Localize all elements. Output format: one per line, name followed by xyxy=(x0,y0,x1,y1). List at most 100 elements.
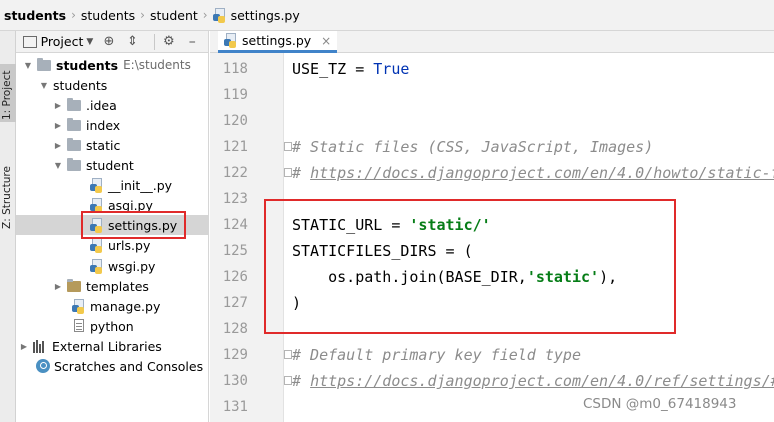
library-icon xyxy=(33,339,49,353)
fold-marker-icon[interactable] xyxy=(284,142,292,151)
tree-item-label: External Libraries xyxy=(52,338,162,354)
tree-item-idea[interactable]: ▶ .idea xyxy=(16,95,209,115)
folder-icon xyxy=(37,57,51,71)
chevron-right-icon[interactable]: ▶ xyxy=(18,342,30,351)
code-line-129: # Default primary key field type xyxy=(292,346,581,364)
minimize-icon[interactable]: – xyxy=(185,34,200,50)
breadcrumb-item-package[interactable]: student xyxy=(150,8,198,23)
breadcrumb: students › students › student › settings… xyxy=(0,0,774,31)
tree-item-index[interactable]: ▶ index xyxy=(16,115,209,135)
chevron-down-icon[interactable]: ▼ xyxy=(86,37,93,47)
locate-icon[interactable]: ⊕ xyxy=(101,34,116,50)
tree-item-students[interactable]: ▼ students xyxy=(16,75,209,95)
tree-item-label: index xyxy=(86,117,121,133)
line-number: 128 xyxy=(222,321,248,337)
tree-item-scratches[interactable]: Scratches and Consoles xyxy=(16,356,209,376)
highlight-box-static-config xyxy=(264,199,676,334)
tree-item-python[interactable]: python xyxy=(16,316,209,336)
code-line-118: USE_TZ = True xyxy=(292,60,410,78)
line-number: 127 xyxy=(222,295,248,311)
docs-link[interactable]: https://docs.djangoproject.com/en/4.0/ho… xyxy=(310,164,774,182)
tree-item-label: python xyxy=(90,318,134,334)
tree-item-label: manage.py xyxy=(90,298,161,314)
breadcrumb-item-project[interactable]: students xyxy=(4,8,66,23)
fold-marker-icon[interactable] xyxy=(284,350,292,359)
tree-item-init-py[interactable]: __init__.py xyxy=(16,175,209,195)
breadcrumb-file-label: settings.py xyxy=(230,7,300,23)
chevron-down-icon[interactable]: ▼ xyxy=(22,61,34,70)
code-line-122: # https://docs.djangoproject.com/en/4.0/… xyxy=(292,160,774,186)
project-toolbar: Project ▼ ⊕ ⇕ ⚙ – xyxy=(16,31,208,53)
collapse-all-icon[interactable]: ⇕ xyxy=(125,34,140,50)
folder-icon xyxy=(67,278,81,292)
line-number: 130 xyxy=(222,373,248,389)
breadcrumb-item-file[interactable]: settings.py xyxy=(212,7,300,23)
watermark: CSDN @m0_67418943 xyxy=(583,396,737,412)
chevron-right-icon[interactable]: ▶ xyxy=(52,101,64,110)
code-line-130: # https://docs.djangoproject.com/en/4.0/… xyxy=(292,368,774,394)
line-number: 131 xyxy=(222,399,248,415)
chevron-right-icon: › xyxy=(202,8,208,22)
tree-item-templates[interactable]: ▶ templates xyxy=(16,276,209,296)
python-file-icon xyxy=(90,177,104,193)
line-number: 126 xyxy=(222,269,248,285)
tree-item-label: __init__.py xyxy=(108,177,173,193)
editor-tab-label: settings.py xyxy=(242,33,312,48)
breadcrumb-item-module[interactable]: students xyxy=(81,8,135,23)
tree-item-label: static xyxy=(86,137,121,153)
gear-icon[interactable]: ⚙ xyxy=(161,34,176,50)
tool-tab-structure[interactable]: Z: Structure xyxy=(0,151,16,231)
tree-item-label: templates xyxy=(86,278,149,294)
tree-item-label: students xyxy=(53,77,108,93)
python-file-icon xyxy=(224,33,238,48)
project-view-dropdown[interactable]: Project xyxy=(41,34,84,49)
folder-icon xyxy=(67,117,81,131)
line-number: 124 xyxy=(222,217,248,233)
tool-tab-project[interactable]: 1: Project xyxy=(0,64,16,122)
chevron-right-icon[interactable]: ▶ xyxy=(52,141,64,150)
line-number: 129 xyxy=(222,347,248,363)
tree-item-students-root[interactable]: ▼ students E:\students xyxy=(16,55,209,75)
highlight-box-settings-file xyxy=(81,211,186,239)
line-number: 118 xyxy=(222,61,248,77)
fold-marker-icon[interactable] xyxy=(284,376,292,385)
editor-tab-settings[interactable]: settings.py × xyxy=(218,31,338,53)
python-file-icon xyxy=(90,237,104,253)
line-number: 123 xyxy=(222,191,248,207)
tree-item-path: E:\students xyxy=(123,58,191,72)
chevron-right-icon[interactable]: ▶ xyxy=(52,282,64,291)
tree-item-label: student xyxy=(86,157,134,173)
chevron-down-icon[interactable]: ▼ xyxy=(38,81,50,90)
tree-item-static[interactable]: ▶ static xyxy=(16,135,209,155)
python-file-icon xyxy=(212,7,227,23)
text-file-icon xyxy=(72,318,86,334)
chevron-down-icon[interactable]: ▼ xyxy=(52,161,64,170)
line-number: 125 xyxy=(222,243,248,259)
chevron-right-icon: › xyxy=(140,8,145,22)
tree-item-label: .idea xyxy=(86,97,117,113)
tree-item-label: students xyxy=(56,57,119,73)
tree-item-student[interactable]: ▼ student xyxy=(16,155,209,175)
toolbar-divider xyxy=(154,33,156,50)
chevron-right-icon[interactable]: ▶ xyxy=(52,121,64,130)
folder-icon xyxy=(67,157,81,171)
close-icon[interactable]: × xyxy=(321,34,331,48)
scratches-icon xyxy=(36,359,50,373)
tree-item-label: Scratches and Consoles xyxy=(54,358,204,374)
line-number: 121 xyxy=(222,139,248,155)
folder-icon xyxy=(67,137,81,151)
python-file-icon xyxy=(90,258,104,274)
docs-link[interactable]: https://docs.djangoproject.com/en/4.0/re… xyxy=(310,372,774,390)
tool-window-strip: 1: Project Z: Structure xyxy=(0,31,16,422)
line-number: 122 xyxy=(222,165,248,181)
project-view-icon xyxy=(23,35,37,48)
tree-item-label: urls.py xyxy=(108,237,151,253)
folder-icon xyxy=(67,97,81,111)
chevron-right-icon: › xyxy=(71,8,76,22)
tree-item-wsgi-py[interactable]: wsgi.py xyxy=(16,256,209,276)
code-line-121: # Static files (CSS, JavaScript, Images) xyxy=(292,138,654,156)
python-file-icon xyxy=(72,298,86,314)
fold-marker-icon[interactable] xyxy=(284,168,292,177)
tree-item-manage-py[interactable]: manage.py xyxy=(16,296,209,316)
tree-item-external-libraries[interactable]: ▶ External Libraries xyxy=(16,336,209,356)
